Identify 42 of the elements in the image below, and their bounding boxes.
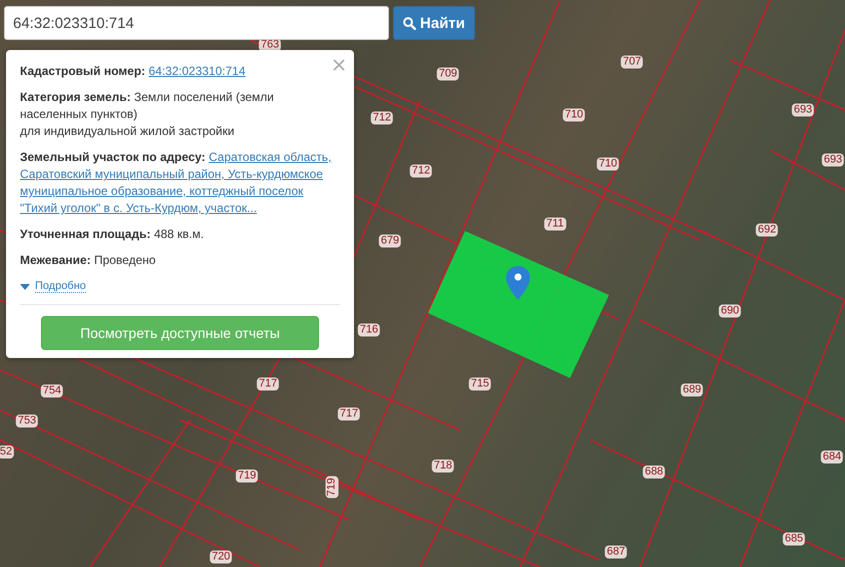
parcel-number: 52 bbox=[0, 446, 14, 458]
info-text: Кадастровый номер: 64:32:023310:714 bbox=[20, 63, 246, 80]
parcel-number: 753 bbox=[16, 414, 38, 428]
search-field[interactable]: 64:32:023310:714 bbox=[4, 6, 389, 40]
parcel-number: 711 bbox=[544, 218, 566, 230]
parcel-number: 710 bbox=[562, 108, 586, 122]
parcel-highlight[interactable] bbox=[428, 231, 609, 378]
parcel-number: 712 bbox=[410, 164, 432, 178]
parcel-number: 716 bbox=[358, 324, 380, 336]
info-text: Уточненная площадь: 488 кв.м. bbox=[20, 226, 205, 243]
parcel-number: 720 bbox=[210, 550, 232, 564]
info-text: Категория земель: Земли поселений (земли населенных пунктов) для индивидуальной жилой застройки bbox=[20, 89, 275, 140]
parcel-number: 707 bbox=[620, 56, 644, 68]
parcel-number: 690 bbox=[718, 304, 742, 318]
parcel-number: 715 bbox=[468, 378, 492, 390]
parcel-number: 685 bbox=[782, 532, 806, 546]
search-button[interactable]: Найти bbox=[393, 6, 475, 40]
parcel-number: 719 bbox=[236, 470, 258, 482]
parcel-number: 688 bbox=[642, 466, 666, 478]
parcel-number: 710 bbox=[596, 158, 620, 170]
parcel-number: 692 bbox=[756, 224, 778, 236]
parcel-number: 684 bbox=[820, 450, 844, 464]
parcel-number: 689 bbox=[680, 384, 704, 396]
details-link[interactable]: Подробно bbox=[20, 280, 86, 293]
parcel-number: 693 bbox=[792, 104, 814, 116]
parcel-number: 717 bbox=[338, 408, 360, 420]
parcel-number: 712 bbox=[370, 112, 394, 124]
map-pin-icon[interactable] bbox=[506, 266, 530, 300]
search-icon bbox=[403, 16, 416, 30]
info-text: Земельный участок по адресу: Саратовская область, Саратовский муниципальный район, Усть-курдюмское муниципальное образование, коттеджный поселок "Тихий уголок" в с. Усть-Курдюм, участок... bbox=[20, 149, 332, 217]
parcel-number: 679 bbox=[378, 234, 402, 248]
close-icon[interactable] bbox=[333, 59, 345, 71]
parcel-number: 719 bbox=[326, 476, 338, 498]
parcel-number: 754 bbox=[40, 384, 64, 398]
view-reports-button[interactable]: Посмотреть доступные отчеты bbox=[41, 316, 319, 350]
info-text: Межевание: Проведено bbox=[20, 252, 157, 269]
parcel-number: 717 bbox=[256, 378, 280, 390]
parcel-number: 693 bbox=[822, 154, 844, 166]
parcel-number: 709 bbox=[436, 68, 460, 80]
caret-icon bbox=[20, 284, 30, 290]
parcel-number: 687 bbox=[604, 546, 628, 558]
parcel-number: 718 bbox=[432, 460, 454, 472]
